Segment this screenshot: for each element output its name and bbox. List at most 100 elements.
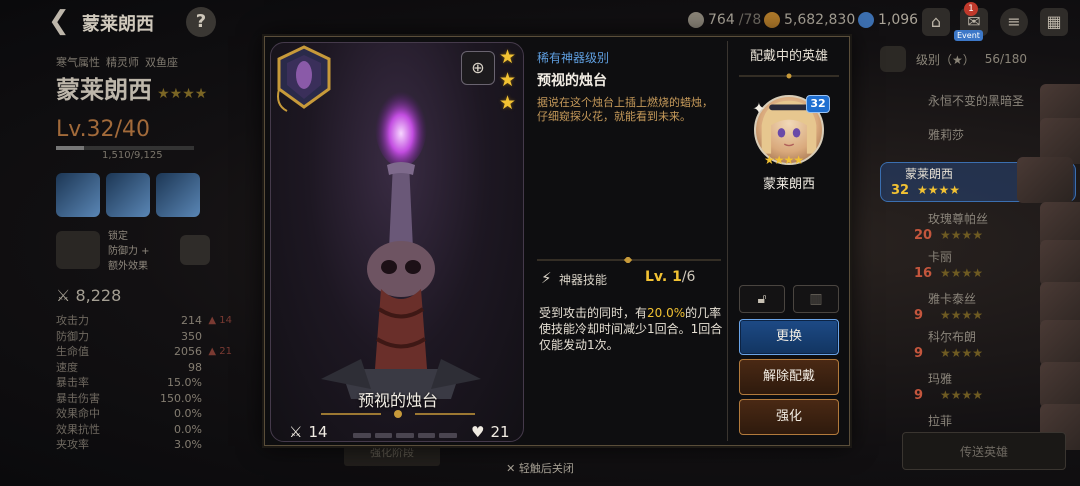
stat-row: 效果命中 0.0% <box>56 406 232 422</box>
crystal-value: 1,096 <box>878 12 919 28</box>
menu-grid-icon[interactable]: ▦ <box>1040 8 1068 36</box>
stat-row: 效果抗性 0.0% <box>56 422 232 438</box>
hero-list-name: 拉菲 <box>928 414 953 428</box>
card-ornament <box>321 410 475 418</box>
artifact-detail-modal: ⊕ 预视的烛台 ⚔ 14 ♥ 21 ★ ★ ★ 稀有神器级别 预视的烛台 据说在… <box>264 36 850 446</box>
hero-list-name: 玛雅 <box>928 372 953 386</box>
trash-icon: ▥ <box>809 291 823 307</box>
stat-value: 3.0% <box>174 438 202 451</box>
stat-bonus <box>202 422 232 438</box>
sort-label[interactable]: 级别（★） <box>916 51 975 68</box>
hero-info-panel: 寒气属性 精灵师 双鱼座 蒙莱朗西 ★★★★ Lv.32/40 1,510/9,… <box>56 54 246 453</box>
hero-stars: ★★★★ <box>157 86 208 102</box>
lock-slot-icon[interactable] <box>56 230 100 269</box>
hero-list-panel: 级别（★） 56/180 <box>880 46 1080 72</box>
stat-name: 暴击伤害 <box>56 391 100 405</box>
hero-list-stars: ★★★★ <box>940 228 984 242</box>
back-arrow-icon[interactable]: ❮ <box>48 8 74 34</box>
artifact-stars: ★ ★ ★ <box>499 47 519 113</box>
stamina-counter: 764/78 <box>688 12 761 28</box>
lightning-icon: ⚡ <box>541 269 552 287</box>
equipped-hero-name: 蒙莱朗西 <box>762 177 815 192</box>
hero-list-stars: ★★★★ <box>940 346 984 360</box>
title-ornament <box>739 73 839 79</box>
stamina-icon <box>688 12 704 28</box>
skill-level-max: /6 <box>681 269 696 285</box>
chat-icon[interactable]: ≡ <box>1000 8 1028 36</box>
lock-desc-1: 防御力 + <box>108 246 150 257</box>
hero-list-portrait <box>1017 157 1073 203</box>
help-button[interactable]: ? <box>186 7 216 37</box>
section-divider <box>537 257 721 263</box>
shop-icon[interactable]: ⌂ <box>922 8 950 36</box>
hero-list-level: 32 <box>891 183 910 198</box>
exp-text: 1,510/9,125 <box>102 150 163 161</box>
hero-level: Lv.32/40 <box>56 117 246 142</box>
lock-button[interactable]: 🔓︎ <box>739 285 785 313</box>
stat-name: 速度 <box>56 360 78 374</box>
hero-list-stars: ★★★★ <box>940 308 984 322</box>
hero-list-item[interactable]: 卡丽 16 ★★★★ <box>904 240 1080 286</box>
artifact-description: 据说在这个烛台上插上燃烧的蜡烛，仔细窥探火花，就能看到未来。 <box>537 96 713 123</box>
artifact-health: ♥ 21 <box>471 423 510 441</box>
stat-name: 攻击力 <box>56 314 89 327</box>
equipped-title: 配戴中的英雄 <box>749 49 828 64</box>
artifact-rarity: 稀有神器级别 <box>537 51 610 65</box>
zodiac-sign: 双鱼座 <box>145 56 178 69</box>
stat-bonus: ▲ 14 <box>208 315 232 326</box>
stat-value: 214 <box>181 314 202 327</box>
hero-list-portrait <box>1040 320 1080 366</box>
hero-list-level: 9 <box>914 308 924 323</box>
stat-row: 暴击伤害 150.0% <box>56 391 232 407</box>
lock-title: 锁定 <box>108 231 128 242</box>
stat-value: 15.0% <box>167 376 202 389</box>
delete-button[interactable]: ▥ <box>793 285 839 313</box>
unequip-button[interactable]: 解除配戴 <box>739 359 839 395</box>
hero-list-item[interactable]: 蒙莱朗西 32 ★★★★ <box>880 157 1076 203</box>
star-icon: ★ <box>499 92 517 114</box>
hero-list-portrait <box>1040 362 1080 408</box>
skill-2-icon[interactable] <box>106 173 150 217</box>
search-icon[interactable] <box>179 234 210 265</box>
enhance-button[interactable]: 强化 <box>739 399 839 435</box>
hero-list-portrait <box>1040 240 1080 286</box>
stat-value: 2056 <box>174 345 202 358</box>
heart-icon: ♥ <box>471 423 485 441</box>
stat-name: 效果抗性 <box>56 422 100 436</box>
stat-name: 夹攻率 <box>56 438 89 451</box>
hero-list-name: 蒙莱朗西 <box>905 167 954 181</box>
close-hint-text: 轻触后关闭 <box>518 462 574 475</box>
close-hint[interactable]: ✕ 轻触后关闭 <box>0 460 1080 476</box>
stat-value: 0.0% <box>174 422 202 436</box>
hero-list-item[interactable]: 科尔布朗 9 ★★★★ <box>904 320 1080 366</box>
attack-value: 14 <box>308 423 328 441</box>
stat-row: 速度 98 <box>56 360 232 376</box>
skill-3-icon[interactable] <box>156 173 200 217</box>
equipped-hero-portrait[interactable]: ✦ 32 ★★★★ <box>752 95 830 167</box>
star-icon: ★ <box>499 69 517 91</box>
artifact-card-name: 预视的烛台 <box>357 391 438 410</box>
equipped-hero-level: 32 <box>806 95 830 113</box>
stat-bonus <box>202 360 232 376</box>
event-tag[interactable]: Event <box>954 30 983 41</box>
collapse-button[interactable] <box>880 46 906 72</box>
stat-name: 暴击率 <box>56 376 89 389</box>
level-value: Lv.32 <box>56 117 115 142</box>
stat-name: 效果命中 <box>56 407 100 420</box>
stat-name: 防御力 <box>56 329 89 343</box>
star-icon: ★ <box>499 46 517 68</box>
vertical-divider <box>727 41 728 441</box>
change-button[interactable]: 更换 <box>739 319 839 355</box>
skill-level: Lv. 1/6 <box>645 269 695 285</box>
hero-list-item[interactable]: 玛雅 9 ★★★★ <box>904 362 1080 408</box>
hero-list-level: 20 <box>914 228 933 243</box>
hero-list-name: 永恒不变的黑暗圣 <box>928 94 1025 108</box>
health-value: 21 <box>490 423 510 441</box>
stat-row: 防御力 350 <box>56 329 232 345</box>
hero-list-name: 玫瑰尊帕丝 <box>928 212 989 226</box>
skill-1-icon[interactable] <box>56 173 100 217</box>
combat-power-value: 8,228 <box>75 286 122 305</box>
screen-title: 蒙莱朗西 <box>82 14 154 35</box>
skill-level-value: Lv. 1 <box>645 269 682 285</box>
hero-list-name: 科尔布朗 <box>928 330 977 344</box>
